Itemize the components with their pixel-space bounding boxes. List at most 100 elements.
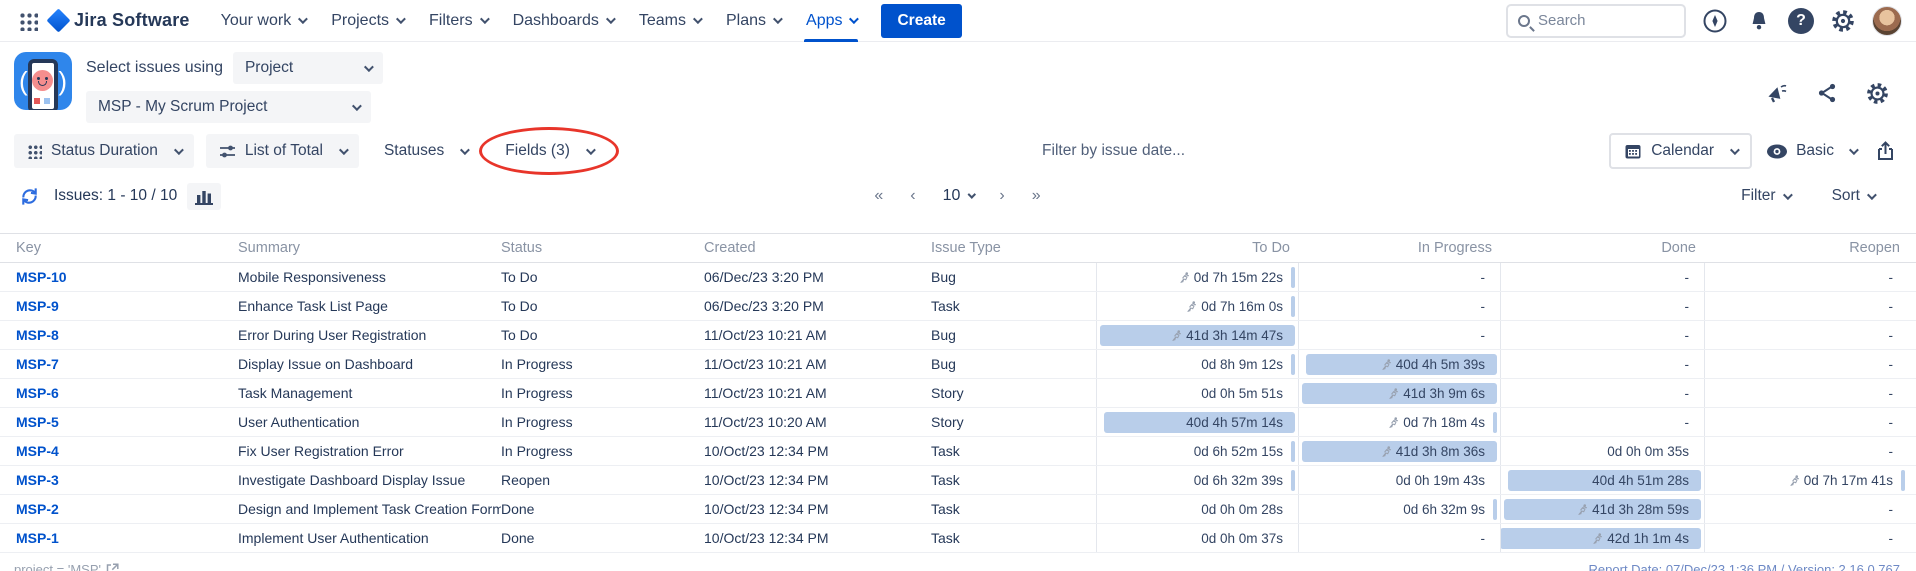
runner-icon xyxy=(1388,416,1400,429)
issue-key-link[interactable]: MSP-4 xyxy=(16,443,59,459)
issue-key-link[interactable]: MSP-2 xyxy=(16,501,59,517)
status-cell: To Do xyxy=(501,263,704,291)
duration-value: - xyxy=(1889,270,1894,285)
duration-value: - xyxy=(1889,357,1894,372)
page-size-select[interactable]: 10 xyxy=(943,187,974,205)
duration-cell-inprogress: - xyxy=(1298,524,1500,552)
status-duration-table: KeySummaryStatusCreatedIssue TypeTo DoIn… xyxy=(0,233,1916,553)
duration-bar xyxy=(1493,412,1497,433)
project-dropdown[interactable]: MSP - My Scrum Project xyxy=(86,91,371,123)
duration-value: 0d 0h 19m 43s xyxy=(1396,473,1485,488)
app-switcher-icon[interactable] xyxy=(18,11,38,31)
issue-key-link[interactable]: MSP-10 xyxy=(16,269,67,285)
nav-item-apps[interactable]: Apps xyxy=(796,0,866,42)
view-mode-dropdown[interactable]: Basic xyxy=(1766,142,1856,160)
column-header-issue-type[interactable]: Issue Type xyxy=(931,234,1096,262)
nav-item-projects[interactable]: Projects xyxy=(321,0,413,42)
issue-key-link[interactable]: MSP-6 xyxy=(16,385,59,401)
statuses-dropdown[interactable]: Statuses xyxy=(371,134,480,168)
duration-value: 0d 0h 0m 37s xyxy=(1201,531,1283,546)
chevron-down-icon xyxy=(174,145,184,155)
duration-value: - xyxy=(1889,531,1894,546)
duration-cell-inprogress: - xyxy=(1298,263,1500,291)
issue-key-link[interactable]: MSP-7 xyxy=(16,356,59,372)
column-header-created[interactable]: Created xyxy=(704,234,931,262)
issue-key-link[interactable]: MSP-1 xyxy=(16,530,59,546)
table-row: MSP-7Display Issue on DashboardIn Progre… xyxy=(0,350,1916,379)
column-header-summary[interactable]: Summary xyxy=(238,234,501,262)
duration-value: - xyxy=(1481,328,1486,343)
duration-value: - xyxy=(1889,386,1894,401)
help-icon[interactable]: ? xyxy=(1788,8,1814,34)
summary-cell: Display Issue on Dashboard xyxy=(238,350,501,378)
column-header-in-progress[interactable]: In Progress xyxy=(1298,234,1500,262)
calendar-dropdown[interactable]: Calendar xyxy=(1609,133,1752,169)
issue-key-link[interactable]: MSP-3 xyxy=(16,472,59,488)
report-type-dropdown[interactable]: Status Duration xyxy=(14,134,194,168)
column-header-key[interactable]: Key xyxy=(16,234,238,262)
share-icon[interactable] xyxy=(1812,78,1842,108)
refresh-icon[interactable] xyxy=(14,181,44,211)
runner-icon xyxy=(1381,445,1393,458)
duration-cell-inprogress: - xyxy=(1298,292,1500,320)
column-header-done[interactable]: Done xyxy=(1500,234,1704,262)
issue-key-link[interactable]: MSP-9 xyxy=(16,298,59,314)
discover-icon[interactable] xyxy=(1700,6,1730,36)
filter-dropdown[interactable]: Filter xyxy=(1741,187,1789,205)
nav-item-your-work[interactable]: Your work xyxy=(211,0,316,42)
feedback-megaphone-icon[interactable] xyxy=(1762,78,1792,108)
fields-dropdown[interactable]: Fields (3) xyxy=(492,134,606,168)
duration-value: - xyxy=(1685,415,1690,430)
duration-cell-done: 40d 4h 51m 28s xyxy=(1500,466,1704,494)
duration-cell-reopen: 0d 7h 17m 41s xyxy=(1704,466,1908,494)
create-button[interactable]: Create xyxy=(881,4,961,38)
nav-item-filters[interactable]: Filters xyxy=(419,0,497,42)
last-page-button[interactable]: » xyxy=(1032,187,1042,205)
summary-cell: User Authentication xyxy=(238,408,501,436)
duration-value: 0d 7h 15m 22s xyxy=(1194,270,1283,285)
filter-by-date-input[interactable]: Filter by issue date... xyxy=(618,142,1609,160)
sort-dropdown[interactable]: Sort xyxy=(1832,187,1874,205)
chevron-down-icon xyxy=(352,101,362,111)
duration-value: - xyxy=(1889,299,1894,314)
table-row: MSP-4Fix User Registration ErrorIn Progr… xyxy=(0,437,1916,466)
search-input[interactable]: Search xyxy=(1506,4,1686,38)
first-page-button[interactable]: « xyxy=(874,187,884,205)
nav-item-dashboards[interactable]: Dashboards xyxy=(503,0,623,42)
metric-dropdown[interactable]: List of Total xyxy=(206,134,359,168)
duration-value: - xyxy=(1889,328,1894,343)
next-page-button[interactable]: › xyxy=(999,187,1005,205)
table-row: MSP-9Enhance Task List PageTo Do06/Dec/2… xyxy=(0,292,1916,321)
issue-type-cell: Bug xyxy=(931,350,1096,378)
grid-icon xyxy=(27,144,42,159)
issue-key-link[interactable]: MSP-8 xyxy=(16,327,59,343)
duration-cell-reopen: - xyxy=(1704,350,1908,378)
issue-source-dropdown[interactable]: Project xyxy=(233,52,383,84)
status-cell: In Progress xyxy=(501,437,704,465)
jql-query-link[interactable]: project = 'MSP' xyxy=(14,562,119,571)
table-header-row: KeySummaryStatusCreatedIssue TypeTo DoIn… xyxy=(0,233,1916,263)
column-header-reopen[interactable]: Reopen xyxy=(1704,234,1908,262)
report-date-version: Report Date: 07/Dec/23 1:36 PM / Version… xyxy=(1589,562,1900,571)
nav-item-teams[interactable]: Teams xyxy=(629,0,710,42)
export-icon[interactable] xyxy=(1870,136,1900,166)
notifications-icon[interactable] xyxy=(1744,6,1774,36)
duration-value: 0d 6h 52m 15s xyxy=(1194,444,1283,459)
settings-icon[interactable] xyxy=(1828,6,1858,36)
prev-page-button[interactable]: ‹ xyxy=(910,187,916,205)
summary-cell: Task Management xyxy=(238,379,501,407)
jira-logo[interactable]: Jira Software xyxy=(50,10,190,31)
nav-item-plans[interactable]: Plans xyxy=(716,0,790,42)
gear-icon[interactable] xyxy=(1862,78,1892,108)
issue-type-cell: Bug xyxy=(931,263,1096,291)
duration-cell-done: 0d 0h 0m 35s xyxy=(1500,437,1704,465)
column-header-to-do[interactable]: To Do xyxy=(1096,234,1298,262)
duration-value: - xyxy=(1889,415,1894,430)
avatar[interactable] xyxy=(1872,6,1902,36)
status-cell: Done xyxy=(501,524,704,552)
column-header-status[interactable]: Status xyxy=(501,234,704,262)
duration-value: - xyxy=(1481,299,1486,314)
duration-cell-inprogress: 0d 0h 19m 43s xyxy=(1298,466,1500,494)
issue-key-link[interactable]: MSP-5 xyxy=(16,414,59,430)
chart-view-button[interactable] xyxy=(187,183,221,210)
